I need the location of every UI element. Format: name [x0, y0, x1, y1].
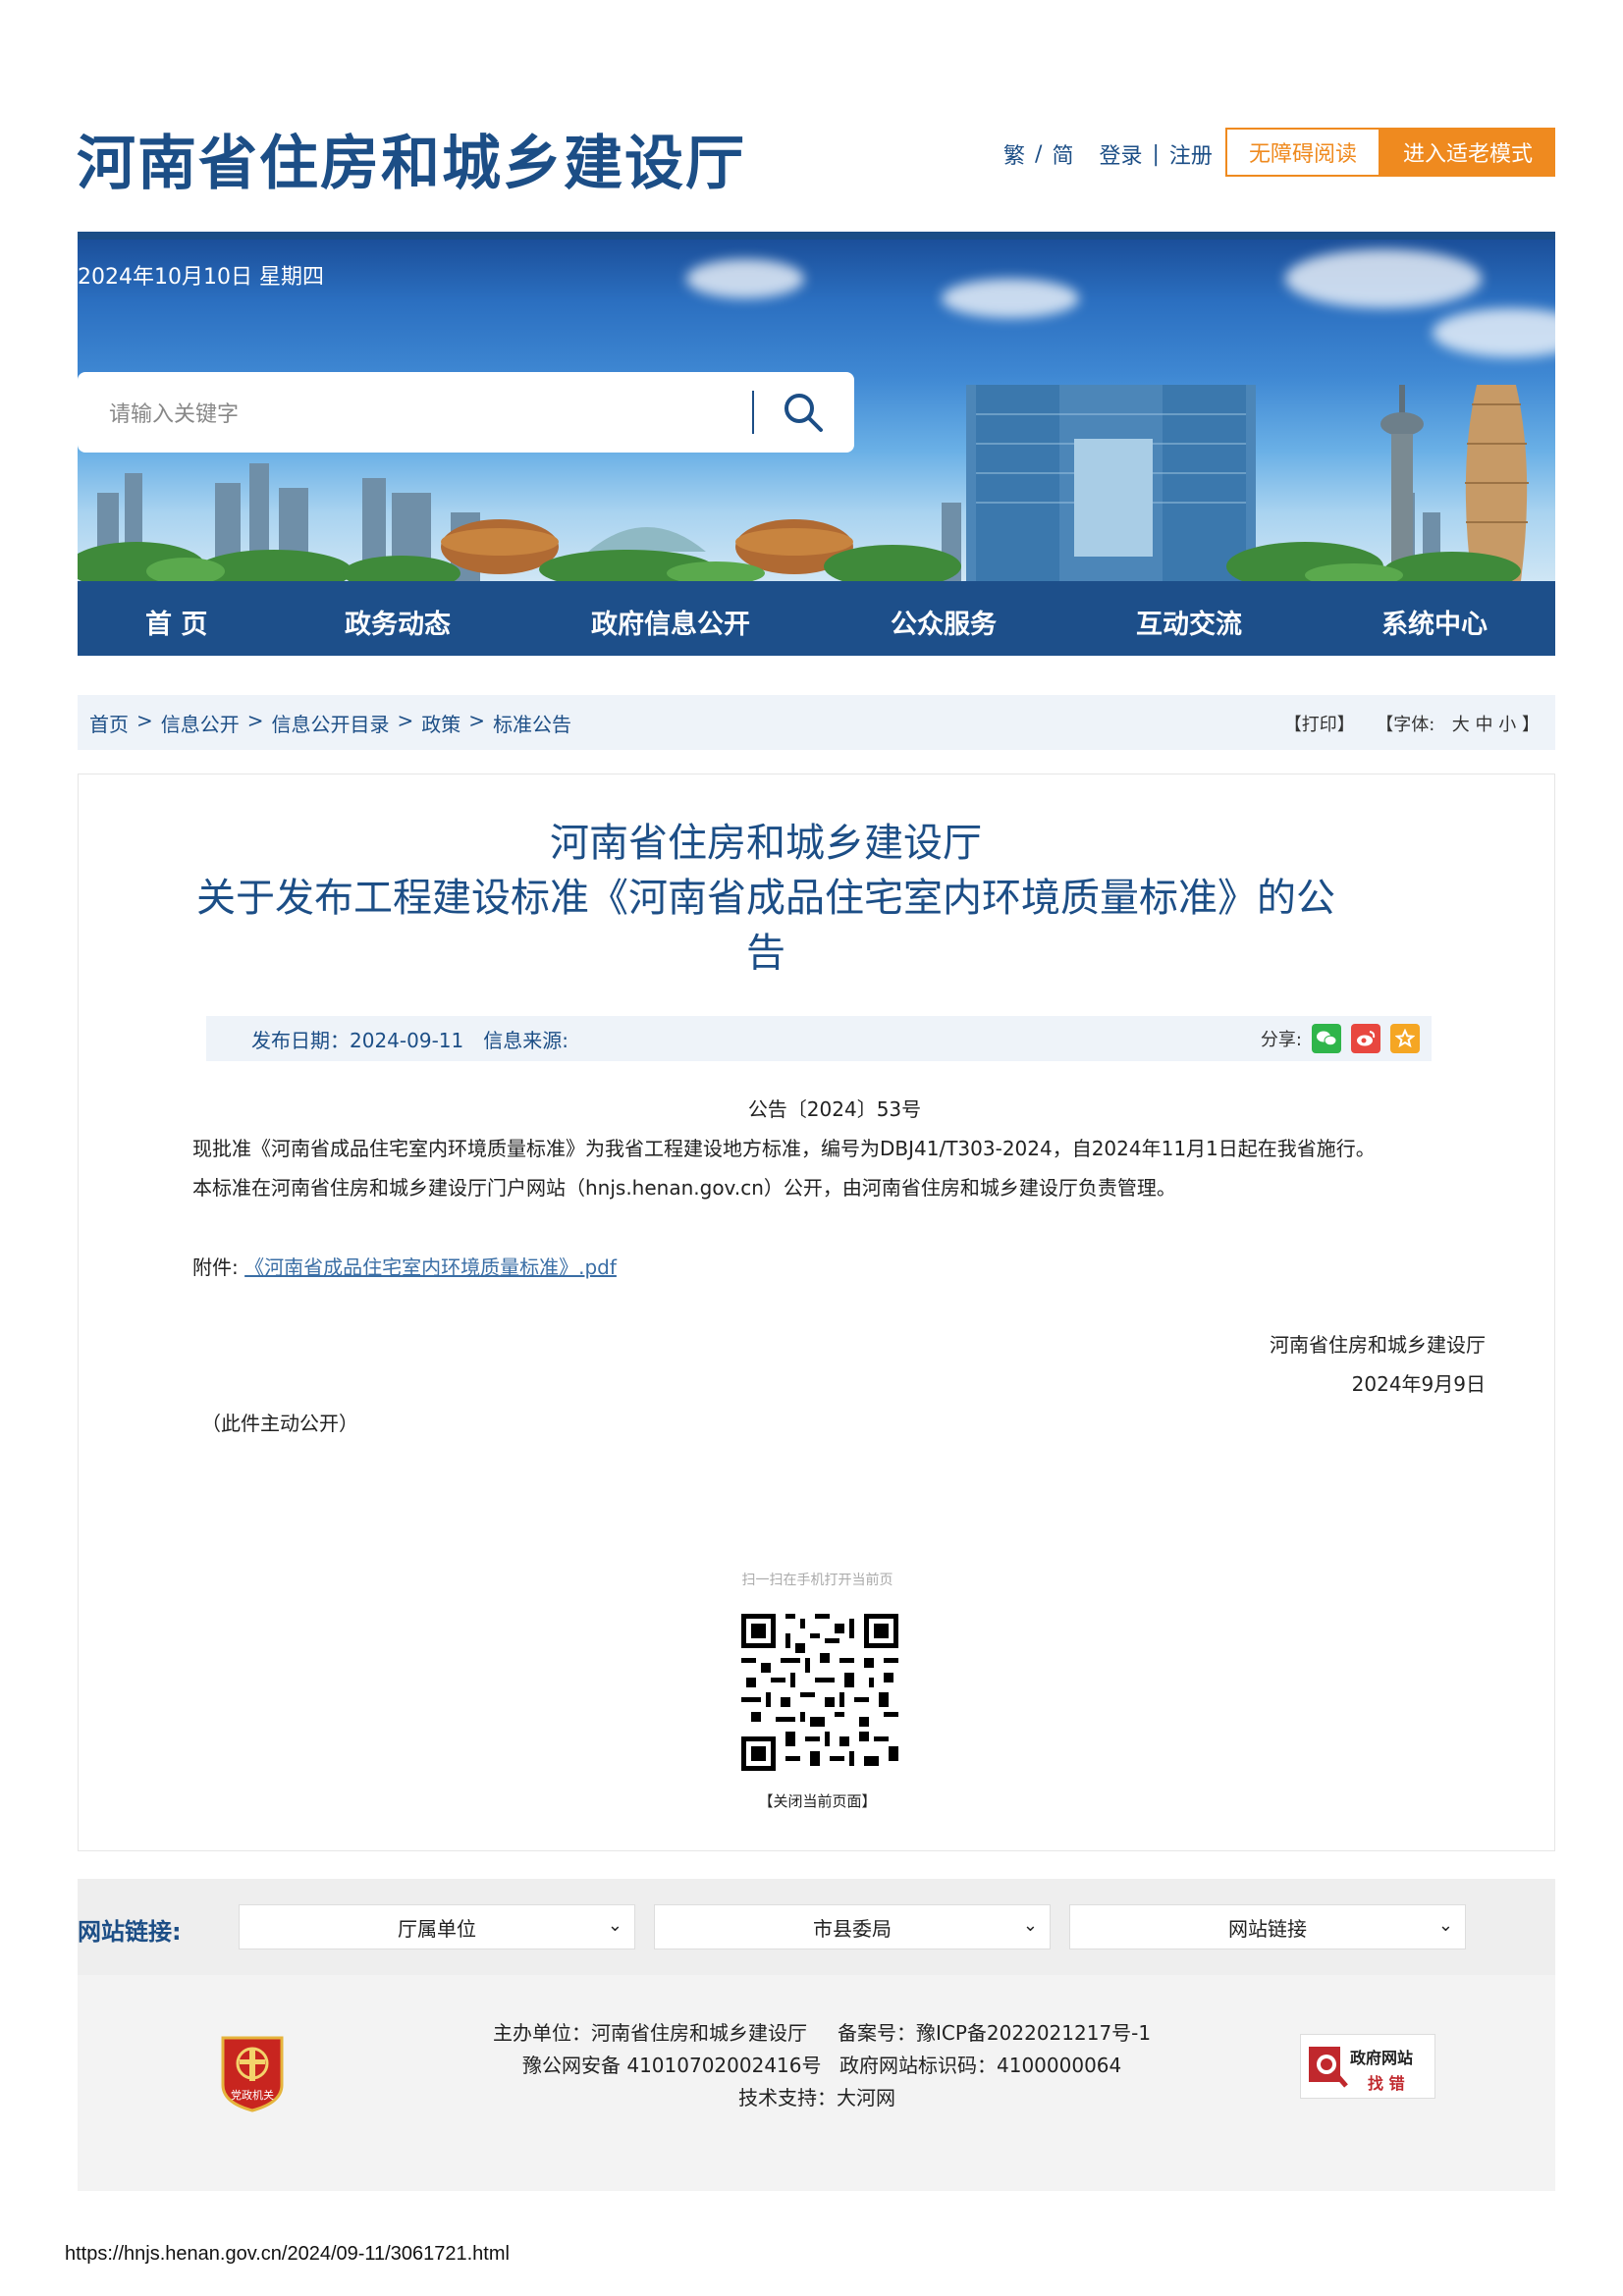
qr-code-image — [736, 1609, 903, 1776]
breadcrumb-item[interactable]: 政策 — [421, 709, 460, 737]
nav-item-public-service[interactable]: 公众服务 — [891, 603, 997, 641]
chevron-down-icon: ⌄ — [1437, 1915, 1453, 1936]
chevron-down-icon: ⌄ — [1022, 1915, 1038, 1936]
weibo-icon[interactable] — [1351, 1024, 1380, 1053]
find-error-subtitle: 找 错 — [1368, 2074, 1405, 2093]
breadcrumb-sep: > — [136, 708, 153, 732]
article-paragraph: 本标准在河南省住房和城乡建设厅门户网站（hnjs.henan.gov.cn）公开… — [192, 1176, 1176, 1200]
nav-item-news[interactable]: 政务动态 — [345, 603, 451, 641]
page-tools: 【打印】 【字体: 大 中 小 】 — [1284, 711, 1540, 736]
banner-cloud — [942, 279, 1079, 318]
footer-site-id: 政府网站标识码：4100000064 — [839, 2054, 1122, 2077]
elder-mode-button[interactable]: 进入适老模式 — [1380, 128, 1555, 177]
article-card: 河南省住房和城乡建设厅 关于发布工程建设标准《河南省成品住宅室内环境质量标准》的… — [78, 774, 1555, 1851]
nav-item-interaction[interactable]: 互动交流 — [1136, 603, 1242, 641]
footer-police-record[interactable]: 豫公网安备 41010702002416号 — [522, 2050, 822, 2078]
banner-date: 2024年10月10日 星期四 — [78, 265, 324, 290]
page-url: https://hnjs.henan.gov.cn/2024/09-11/306… — [65, 2243, 510, 2265]
article-title: 河南省住房和城乡建设厅 关于发布工程建设标准《河南省成品住宅室内环境质量标准》的… — [79, 816, 1453, 981]
affiliated-units-select[interactable]: 厅属单位 ⌄ — [239, 1904, 635, 1949]
breadcrumb-item[interactable]: 首页 — [89, 709, 129, 737]
close-page-link[interactable]: 【关闭当前页面】 — [79, 1790, 1556, 1811]
register-link[interactable]: 注册 — [1169, 138, 1213, 170]
top-links: 繁 / 简 登录 | 注册 — [1003, 138, 1213, 170]
article-title-line: 关于发布工程建设标准《河南省成品住宅室内环境质量标准》的公 — [196, 876, 1335, 921]
lang-simplified-link[interactable]: 简 — [1052, 138, 1073, 170]
share-bar: 分享: — [1261, 1024, 1420, 1053]
lang-traditional-link[interactable]: 繁 — [1003, 138, 1025, 170]
document-number: 公告〔2024〕53号 — [747, 1097, 922, 1121]
site-title[interactable]: 河南省住房和城乡建设厅 — [77, 116, 746, 201]
breadcrumb-sep: > — [468, 708, 486, 732]
breadcrumb-item[interactable]: 标准公告 — [493, 709, 571, 737]
share-label: 分享: — [1260, 1030, 1302, 1050]
article-paragraph: 现批准《河南省成品住宅室内环境质量标准》为我省工程建设地方标准，编号为DBJ41… — [192, 1137, 1376, 1160]
footer-tech-support: 技术支持：大河网 — [738, 2086, 895, 2109]
qr-caption: 扫一扫在手机打开当前页 — [741, 1573, 893, 1588]
footer-icp[interactable]: 备案号：豫ICP备2022021217号-1 — [838, 2017, 1151, 2046]
banner-cloud — [686, 259, 804, 298]
wechat-icon[interactable] — [1312, 1024, 1341, 1053]
select-value: 网站链接 — [1228, 1916, 1307, 1941]
font-size-end: 】 — [1522, 715, 1540, 735]
attachment-label: 附件: — [192, 1255, 239, 1279]
find-error-button[interactable]: 政府网站 找 错 — [1300, 2034, 1435, 2099]
breadcrumb-item[interactable]: 信息公开目录 — [272, 709, 390, 737]
footer-host: 主办单位：河南省住房和城乡建设厅 — [493, 2021, 807, 2045]
footer: 党政机关 主办单位：河南省住房和城乡建设厅 备案号：豫ICP备202202121… — [78, 1975, 1555, 2191]
info-source: 信息来源: — [483, 1028, 568, 1052]
breadcrumb-sep: > — [397, 708, 414, 732]
nav-item-system[interactable]: 系统中心 — [1381, 603, 1488, 641]
city-county-select[interactable]: 市县委局 ⌄ — [654, 1904, 1051, 1949]
search-box[interactable]: 请输入关键字 — [78, 372, 854, 453]
website-links-select[interactable]: 网站链接 ⌄ — [1069, 1904, 1466, 1949]
main-nav: 首 页 政务动态 政府信息公开 公众服务 互动交流 系统中心 — [78, 581, 1555, 656]
public-note: （此件主动公开） — [201, 1412, 358, 1435]
attachment-link[interactable]: 《河南省成品住宅室内环境质量标准》.pdf — [244, 1255, 617, 1279]
select-value: 厅属单位 — [398, 1916, 476, 1941]
search-divider — [752, 391, 754, 434]
login-separator: | — [1152, 141, 1160, 167]
chevron-down-icon: ⌄ — [607, 1915, 622, 1936]
attachment: 附件: 《河南省成品住宅室内环境质量标准》.pdf — [192, 1252, 617, 1280]
search-input[interactable]: 请输入关键字 — [109, 397, 752, 428]
login-link[interactable]: 登录 — [1099, 138, 1142, 170]
banner-cloud — [1285, 249, 1482, 308]
favorite-star-icon[interactable] — [1390, 1024, 1420, 1053]
signature-org: 河南省住房和城乡建设厅 — [1270, 1333, 1486, 1357]
search-icon[interactable] — [774, 383, 833, 442]
article-title-line: 河南省住房和城乡建设厅 — [550, 821, 982, 866]
font-size-label: 【字体: — [1376, 715, 1435, 735]
article-title-line: 告 — [746, 931, 785, 976]
publish-date: 发布日期：2024-09-11 — [251, 1028, 464, 1052]
article-meta-bar: 发布日期：2024-09-11 信息来源: 分享: — [206, 1016, 1432, 1061]
font-medium-link[interactable]: 中 — [1476, 715, 1493, 735]
badge-text: 党政机关 — [231, 2088, 274, 2102]
breadcrumb: 首页 > 信息公开 > 信息公开目录 > 政策 > 标准公告 — [89, 709, 571, 737]
party-gov-badge-icon[interactable]: 党政机关 — [218, 2034, 287, 2112]
signature-date: 2024年9月9日 — [1351, 1372, 1486, 1396]
find-error-title: 政府网站 — [1350, 2049, 1414, 2067]
banner: 2024年10月10日 星期四 请输入关键字 — [78, 232, 1555, 581]
accessible-reading-button[interactable]: 无障碍阅读 — [1225, 128, 1380, 177]
select-value: 市县委局 — [813, 1916, 892, 1941]
banner-cloud — [1433, 308, 1555, 357]
breadcrumb-bar: 首页 > 信息公开 > 信息公开目录 > 政策 > 标准公告 【打印】 【字体:… — [78, 695, 1555, 750]
font-small-link[interactable]: 小 — [1498, 715, 1516, 735]
magnifier-icon — [1309, 2047, 1348, 2088]
nav-item-gov-info[interactable]: 政府信息公开 — [591, 603, 750, 641]
breadcrumb-item[interactable]: 信息公开 — [161, 709, 240, 737]
nav-item-home[interactable]: 首 页 — [145, 603, 207, 641]
website-links-bar: 网站链接: 厅属单位 ⌄ 市县委局 ⌄ 网站链接 ⌄ — [78, 1879, 1555, 1975]
font-large-link[interactable]: 大 — [1452, 715, 1470, 735]
breadcrumb-sep: > — [246, 708, 264, 732]
print-link[interactable]: 【打印】 — [1284, 715, 1355, 735]
website-links-label: 网站链接: — [78, 1918, 182, 1946]
lang-separator: / — [1035, 141, 1043, 167]
